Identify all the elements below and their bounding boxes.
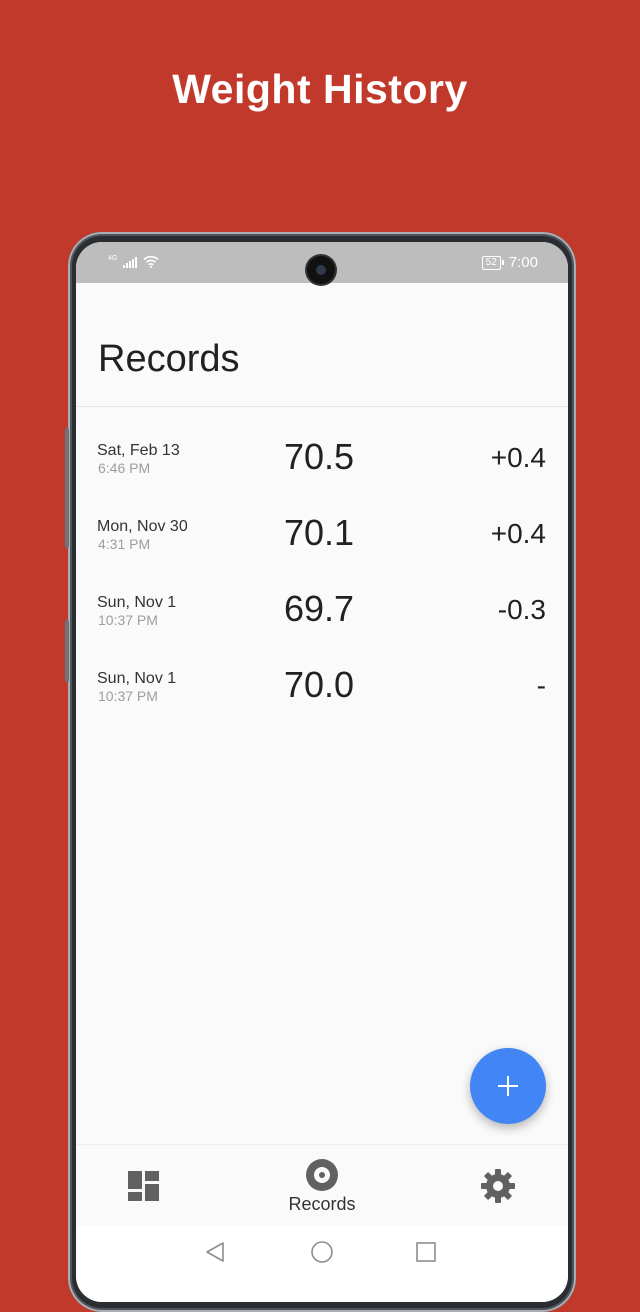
recents-button[interactable] bbox=[415, 1240, 437, 1269]
dashboard-icon bbox=[128, 1171, 159, 1201]
nav-records-label: Records bbox=[288, 1193, 356, 1214]
title-divider bbox=[76, 406, 568, 407]
record-row[interactable]: Sun, Nov 1 10:37 PM 69.7 -0.3 bbox=[76, 578, 568, 654]
records-list: Sat, Feb 13 6:46 PM 70.5 +0.4 Mon, Nov 3… bbox=[76, 426, 568, 730]
back-button[interactable] bbox=[204, 1240, 226, 1269]
record-change: +0.4 bbox=[490, 518, 546, 549]
nav-settings[interactable] bbox=[466, 1145, 530, 1227]
record-date: Mon, Nov 30 bbox=[97, 518, 188, 535]
record-weight: 69.7 bbox=[284, 588, 355, 629]
bottom-nav: Records bbox=[76, 1144, 568, 1227]
phone-screen: 4G 52 7:00 Records Sat, Feb 13 6:46 PM 7… bbox=[76, 242, 568, 1302]
record-weight: 70.5 bbox=[284, 436, 355, 477]
phone-frame: 4G 52 7:00 Records Sat, Feb 13 6:46 PM 7… bbox=[65, 232, 576, 1312]
front-camera bbox=[307, 256, 335, 284]
record-change: -0.3 bbox=[497, 594, 546, 625]
record-change: - bbox=[536, 670, 546, 701]
add-record-button[interactable] bbox=[470, 1048, 546, 1124]
back-icon bbox=[206, 1242, 224, 1262]
power-button bbox=[65, 620, 69, 682]
record-date: Sun, Nov 1 bbox=[97, 670, 177, 687]
record-weight: 70.1 bbox=[284, 512, 355, 553]
home-icon bbox=[311, 1241, 333, 1263]
record-weight: 70.0 bbox=[284, 664, 355, 705]
gear-icon bbox=[481, 1169, 515, 1203]
record-row[interactable]: Sun, Nov 1 10:37 PM 70.0 - bbox=[76, 654, 568, 730]
record-date: Sat, Feb 13 bbox=[97, 442, 180, 459]
signal-icon bbox=[123, 256, 138, 268]
status-bar: 4G 52 7:00 bbox=[76, 242, 568, 284]
record-date: Sun, Nov 1 bbox=[97, 594, 177, 611]
wifi-icon bbox=[143, 255, 159, 268]
volume-button bbox=[65, 428, 69, 548]
record-icon bbox=[306, 1158, 338, 1191]
home-button[interactable] bbox=[310, 1240, 334, 1269]
battery-icon: 52 bbox=[481, 255, 504, 270]
network-type: 4G bbox=[108, 255, 118, 262]
page-title: Records bbox=[98, 338, 240, 380]
record-row[interactable]: Mon, Nov 30 4:31 PM 70.1 +0.4 bbox=[76, 502, 568, 578]
nav-records[interactable]: Records bbox=[272, 1145, 372, 1227]
system-nav-bar bbox=[76, 1226, 568, 1302]
record-time: 6:46 PM bbox=[98, 460, 151, 476]
nav-dashboard[interactable] bbox=[112, 1145, 176, 1227]
record-row[interactable]: Sat, Feb 13 6:46 PM 70.5 +0.4 bbox=[76, 426, 568, 502]
record-time: 4:31 PM bbox=[98, 536, 151, 552]
plus-icon bbox=[498, 1076, 518, 1096]
record-change: +0.4 bbox=[490, 442, 546, 473]
record-time: 10:37 PM bbox=[98, 688, 158, 704]
recents-icon bbox=[416, 1242, 436, 1262]
promo-title: Weight History bbox=[172, 66, 468, 112]
record-time: 10:37 PM bbox=[98, 612, 158, 628]
status-time: 7:00 bbox=[508, 254, 538, 271]
